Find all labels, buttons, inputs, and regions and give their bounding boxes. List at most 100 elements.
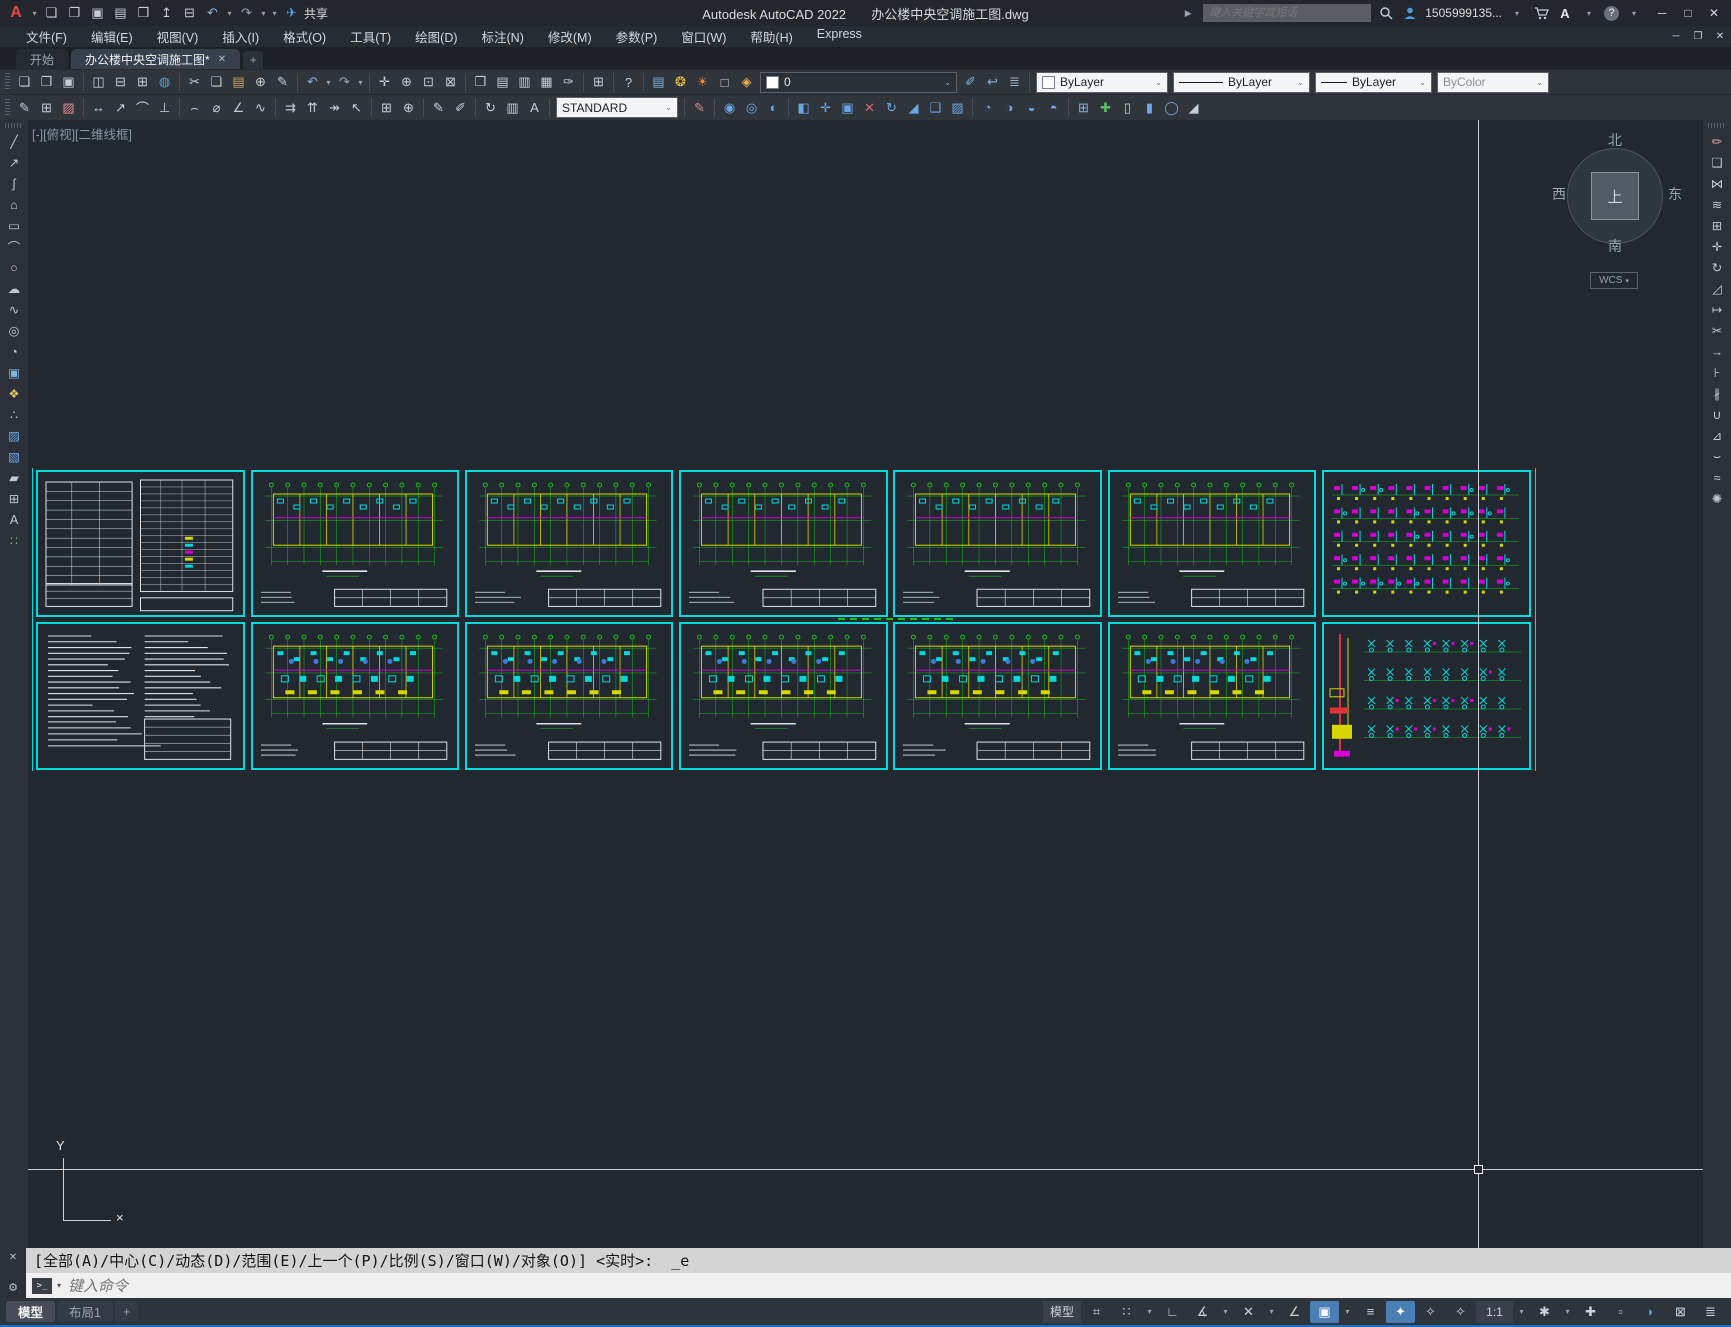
tab-active-drawing[interactable]: 办公楼中央空调施工图* ✕ xyxy=(71,49,241,69)
search-input[interactable] xyxy=(1207,6,1368,20)
zoom-realtime-icon[interactable]: ⊕ xyxy=(396,72,417,93)
share-icon[interactable]: ✈ xyxy=(281,3,302,24)
isometric-drafting-icon[interactable]: ∠ xyxy=(1280,1301,1309,1323)
osnap-menu[interactable]: ▾ xyxy=(1340,1301,1355,1323)
compass-west-label[interactable]: 西 xyxy=(1552,184,1566,204)
scale-menu[interactable]: ▾ xyxy=(1514,1301,1529,1323)
sheet-07[interactable] xyxy=(1322,470,1531,617)
doc-restore-icon[interactable]: ❐ xyxy=(1687,29,1709,45)
compass-south-label[interactable]: 南 xyxy=(1608,236,1622,256)
plot-preview-icon[interactable]: ◫ xyxy=(88,72,109,93)
break-at-point-icon[interactable]: ⊦ xyxy=(1706,362,1728,383)
mirror-icon[interactable]: ⋈ xyxy=(1706,173,1728,194)
annotation-monitor-icon[interactable]: ✚ xyxy=(1576,1301,1605,1323)
layer-states-icon[interactable]: ≣ xyxy=(1004,72,1025,93)
move-faces-icon[interactable]: ✛ xyxy=(815,97,836,118)
publish-icon[interactable]: ⊞ xyxy=(132,72,153,93)
mtext-icon[interactable]: A xyxy=(3,509,25,530)
dim-angular-icon[interactable]: ∠ xyxy=(228,97,249,118)
sheet-10[interactable] xyxy=(465,622,673,770)
markup-import-icon[interactable]: ✑ xyxy=(558,72,579,93)
polar-tracking-icon[interactable]: ∡ xyxy=(1188,1301,1217,1323)
tab-close-icon[interactable]: ✕ xyxy=(218,54,226,65)
table-icon[interactable]: ⊞ xyxy=(3,488,25,509)
blend-curves-icon[interactable]: ≈ xyxy=(1706,467,1728,488)
menu-7[interactable]: 绘图(D) xyxy=(403,27,469,46)
scale-icon[interactable]: ◿ xyxy=(1706,278,1728,299)
user-icon[interactable] xyxy=(1401,4,1419,22)
cart-icon[interactable] xyxy=(1532,4,1550,22)
workspace-switching-icon[interactable]: ✱ xyxy=(1530,1301,1559,1323)
snap-menu[interactable]: ▾ xyxy=(1142,1301,1157,1323)
app-menu[interactable]: ▾ xyxy=(30,3,39,24)
qat-customize[interactable]: ▾ xyxy=(270,3,279,24)
search-collapse-arrow[interactable]: ▶ xyxy=(1179,4,1197,22)
dim-edit-icon[interactable]: ✎ xyxy=(428,97,449,118)
copy-clip-icon[interactable]: ❑ xyxy=(206,72,227,93)
app-store-icon[interactable]: A xyxy=(1556,4,1574,22)
lineweight-display-icon[interactable]: ≡ xyxy=(1356,1301,1385,1323)
dim-diameter-icon[interactable]: ⌀ xyxy=(206,97,227,118)
sheet-11[interactable] xyxy=(679,622,888,770)
multiple-points-icon[interactable]: ∷ xyxy=(3,530,25,551)
undo-list[interactable]: ▾ xyxy=(324,72,333,93)
quickcalc-icon[interactable]: ⊞ xyxy=(588,72,609,93)
layer-thaw-icon[interactable]: ☀ xyxy=(692,72,713,93)
layer-properties-icon[interactable]: ▤ xyxy=(648,72,669,93)
cut-icon[interactable]: ✂ xyxy=(184,72,205,93)
help-icon[interactable]: ? xyxy=(618,72,639,93)
delete-faces-icon[interactable]: ✕ xyxy=(859,97,880,118)
zoom-window-icon[interactable]: ⊡ xyxy=(418,72,439,93)
dim-ordinate-icon[interactable]: ⊥ xyxy=(154,97,175,118)
intersect-icon[interactable]: ◐ xyxy=(763,97,784,118)
match-properties-icon[interactable]: ✎ xyxy=(272,72,293,93)
dim-style-compare-icon[interactable]: ▥ xyxy=(502,97,523,118)
sheet-12[interactable] xyxy=(893,622,1102,770)
menu-1[interactable]: 文件(F) xyxy=(14,27,79,46)
color-faces-icon[interactable]: ▨ xyxy=(947,97,968,118)
menu-6[interactable]: 工具(T) xyxy=(338,27,403,46)
polar-menu[interactable]: ▾ xyxy=(1218,1301,1233,1323)
copy-base-icon[interactable]: ⊕ xyxy=(250,72,271,93)
offset-faces-icon[interactable]: ▣ xyxy=(837,97,858,118)
user-name[interactable]: 1505999135... xyxy=(1425,6,1502,20)
erase-icon[interactable]: ✏ xyxy=(1706,131,1728,152)
color-combo-caret[interactable]: ⌄ xyxy=(1155,78,1162,87)
menu-9[interactable]: 修改(M) xyxy=(536,27,604,46)
save-to-web-icon[interactable]: ↥ xyxy=(156,3,177,24)
point-icon[interactable]: ∴ xyxy=(3,404,25,425)
color-combo[interactable]: ByLayer ⌄ xyxy=(1036,71,1168,93)
redo-list[interactable]: ▾ xyxy=(356,72,365,93)
minimize-icon[interactable]: ─ xyxy=(1649,3,1675,23)
make-object-layer-current-icon[interactable]: ✐ xyxy=(960,72,981,93)
dim-linear-icon[interactable]: ↔ xyxy=(88,97,109,118)
slice-icon[interactable]: ◔ xyxy=(977,97,998,118)
sheet-04[interactable] xyxy=(679,470,888,617)
help-icon[interactable]: ? xyxy=(1604,5,1619,21)
graphics-performance-icon[interactable]: ◗ xyxy=(1636,1301,1665,1323)
taper-faces-icon[interactable]: ◢ xyxy=(903,97,924,118)
grid-display-icon[interactable]: ⌗ xyxy=(1082,1301,1111,1323)
dim-style-combo[interactable]: STANDARD ⌄ xyxy=(556,97,678,118)
save-icon[interactable]: ▣ xyxy=(58,72,79,93)
designcenter-icon[interactable]: ▤ xyxy=(492,72,513,93)
construction-line-icon[interactable]: ↗ xyxy=(3,152,25,173)
join-icon[interactable]: ∪ xyxy=(1706,404,1728,425)
hatch-icon[interactable]: ▨ xyxy=(3,425,25,446)
dim-style-combo-caret[interactable]: ⌄ xyxy=(665,103,672,112)
annotation-visibility-icon[interactable]: ✦ xyxy=(1386,1300,1415,1323)
center-mark-icon[interactable]: ⊕ xyxy=(398,97,419,118)
interfere-icon[interactable]: ◒ xyxy=(1021,97,1042,118)
dim-radius-icon[interactable]: ⌢ xyxy=(184,97,205,118)
menu-11[interactable]: 窗口(W) xyxy=(669,27,738,46)
wcs-selector[interactable]: WCS ▾ xyxy=(1590,272,1638,289)
doc-minimize-icon[interactable]: ─ xyxy=(1665,29,1687,45)
menu-8[interactable]: 标注(N) xyxy=(470,27,536,46)
qsaveas-icon[interactable]: ▤ xyxy=(110,3,131,24)
compass-east-label[interactable]: 东 xyxy=(1668,184,1682,204)
model-tab[interactable]: 模型 xyxy=(6,1301,56,1322)
command-prompt-icon[interactable]: >_ xyxy=(32,1277,52,1294)
dim-text-style-icon[interactable]: A xyxy=(524,97,545,118)
clean-screen-icon[interactable]: ⊠ xyxy=(1666,1301,1695,1323)
linetype-combo[interactable]: ByLayer ⌄ xyxy=(1173,71,1310,93)
